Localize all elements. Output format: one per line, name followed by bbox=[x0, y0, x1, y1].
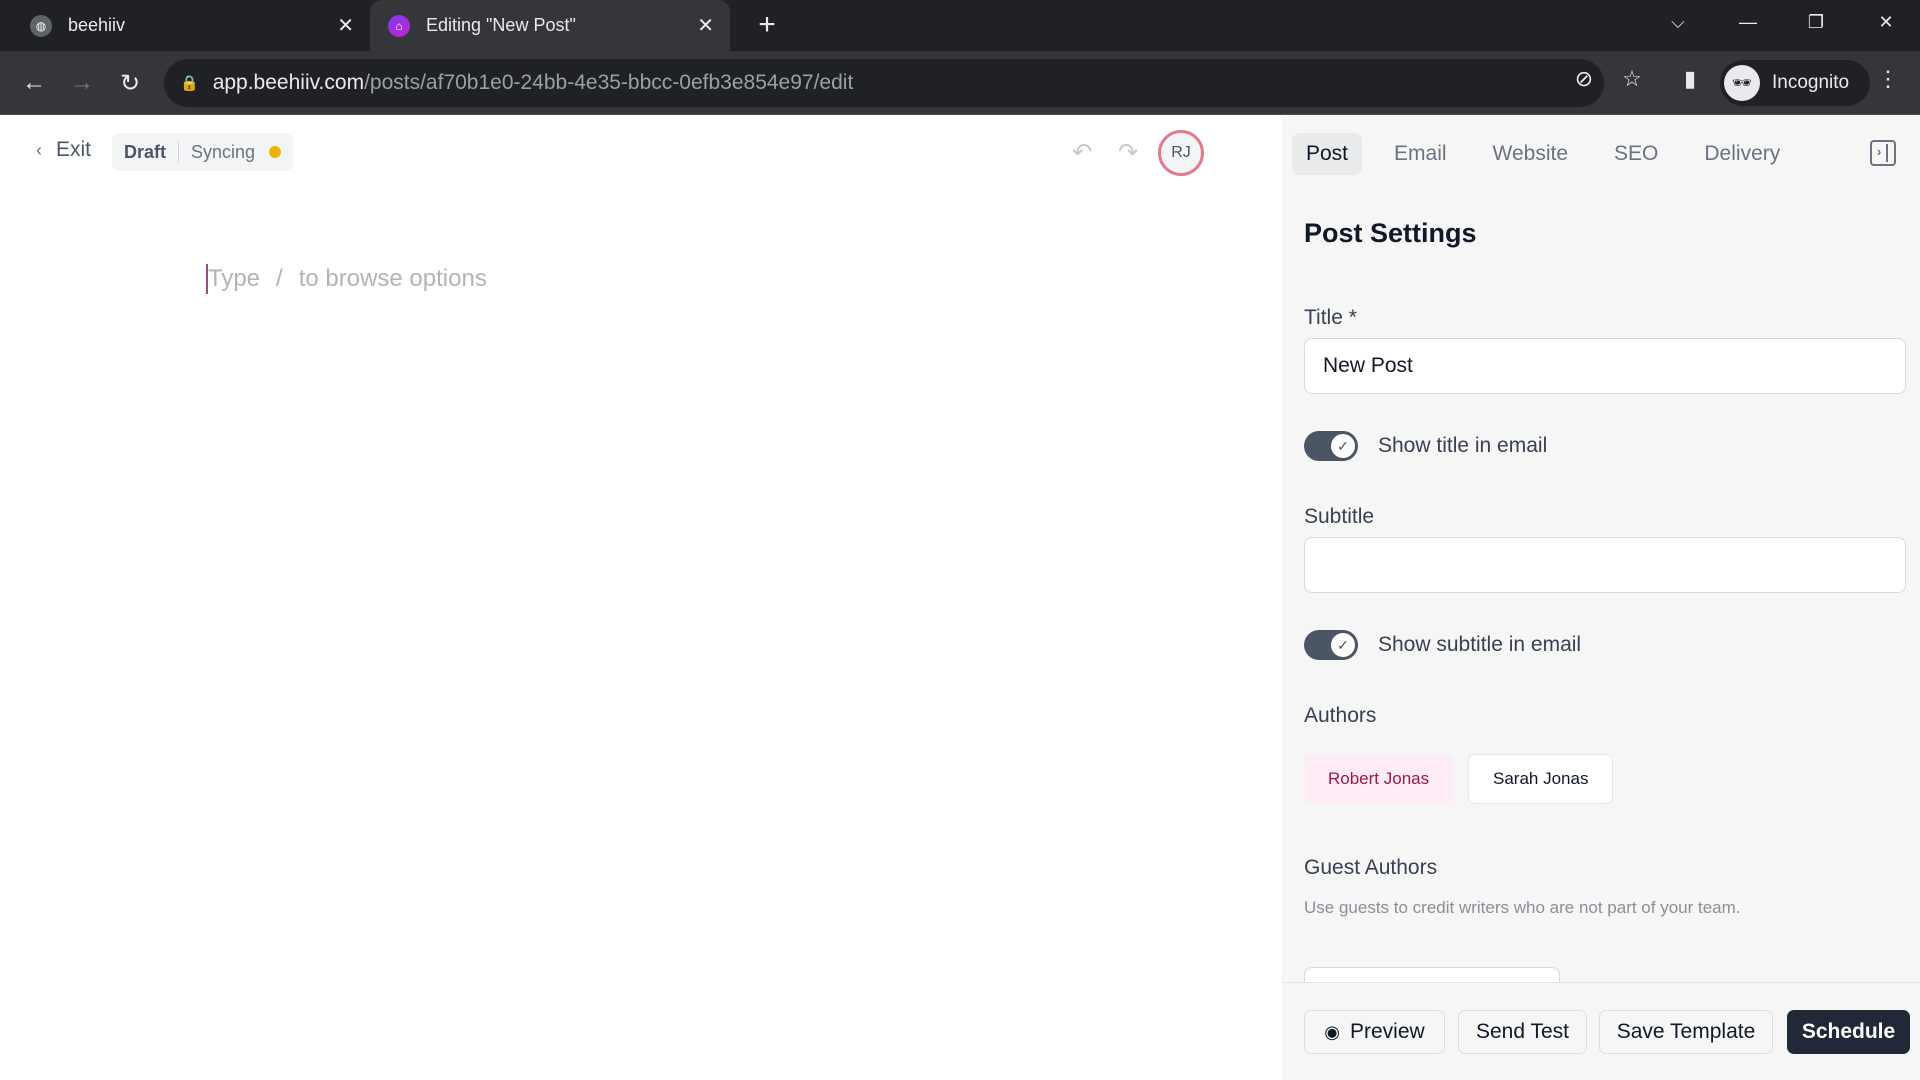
tab-email[interactable]: Email bbox=[1380, 133, 1461, 175]
address-bar[interactable]: 🔒 app.beehiiv.com/posts/af70b1e0-24bb-4e… bbox=[164, 59, 1604, 107]
window-close-icon[interactable]: ✕ bbox=[1856, 0, 1916, 44]
lock-icon: 🔒 bbox=[180, 75, 199, 92]
show-title-label: Show title in email bbox=[1378, 434, 1548, 457]
save-template-button[interactable]: Save Template bbox=[1599, 1010, 1773, 1054]
post-status-badge: Draft Syncing bbox=[112, 133, 294, 171]
post-editor: ‹ Exit Draft Syncing ↶ ↷ RJ Type / to br… bbox=[0, 116, 1282, 1080]
tab-delivery[interactable]: Delivery bbox=[1690, 133, 1794, 175]
chevron-left-icon: ‹ bbox=[36, 139, 42, 160]
forward-arrow-icon[interactable]: → bbox=[62, 63, 102, 103]
guest-authors-label: Guest Authors bbox=[1304, 856, 1438, 879]
show-subtitle-toggle-row[interactable]: ✓ Show subtitle in email bbox=[1304, 630, 1581, 660]
browser-tab-editing-new-post[interactable]: ⌂ Editing "New Post" ✕ bbox=[370, 0, 730, 51]
sync-status-dot bbox=[269, 146, 282, 158]
settings-sidebar: Post Email Website SEO Delivery › Post S… bbox=[1282, 116, 1920, 1080]
author-chip-sarah-jonas[interactable]: Sarah Jonas bbox=[1468, 754, 1614, 804]
browser-toolbar: ← → ↻ 🔒 app.beehiiv.com/posts/af70b1e0-2… bbox=[0, 51, 1920, 115]
placeholder-text: to browse options bbox=[298, 265, 487, 292]
incognito-label: Incognito bbox=[1772, 72, 1850, 93]
browser-tab-strip: ◍ beehiiv ✕ ⌂ Editing "New Post" ✕ + ⌵ —… bbox=[0, 0, 1920, 51]
subtitle-input[interactable] bbox=[1304, 537, 1906, 593]
incognito-icon: 🕶 bbox=[1724, 65, 1760, 101]
divider bbox=[178, 142, 180, 162]
title-input[interactable]: New Post bbox=[1304, 338, 1906, 394]
incognito-profile-button[interactable]: 🕶 Incognito bbox=[1720, 60, 1870, 106]
tab-website[interactable]: Website bbox=[1479, 133, 1582, 175]
browser-tab-beehiiv[interactable]: ◍ beehiiv ✕ bbox=[0, 0, 370, 51]
show-title-toggle-row[interactable]: ✓ Show title in email bbox=[1304, 431, 1547, 461]
placeholder-type: Type bbox=[208, 265, 261, 292]
post-settings-heading: Post Settings bbox=[1304, 218, 1477, 248]
show-subtitle-label: Show subtitle in email bbox=[1378, 633, 1582, 656]
back-arrow-icon[interactable]: ← bbox=[14, 63, 54, 103]
tab-post[interactable]: Post bbox=[1292, 133, 1363, 175]
reload-icon[interactable]: ↻ bbox=[110, 63, 150, 103]
preview-label: Preview bbox=[1350, 1020, 1425, 1043]
exit-label: Exit bbox=[56, 138, 92, 161]
editor-body-input[interactable]: Type / to browse options bbox=[206, 264, 487, 294]
tab-title: beehiiv bbox=[68, 15, 126, 35]
action-footer: ◉ Preview Send Test Save Template Schedu… bbox=[1282, 982, 1920, 1080]
show-title-toggle[interactable]: ✓ bbox=[1304, 431, 1358, 461]
exit-button[interactable]: ‹ Exit bbox=[36, 138, 91, 162]
settings-tabs: Post Email Website SEO Delivery bbox=[1292, 133, 1812, 175]
subtitle-label: Subtitle bbox=[1304, 505, 1375, 528]
check-icon: ✓ bbox=[1331, 434, 1355, 458]
url-text: app.beehiiv.com/posts/af70b1e0-24bb-4e35… bbox=[213, 71, 854, 95]
draft-status: Draft bbox=[124, 141, 167, 162]
show-subtitle-toggle[interactable]: ✓ bbox=[1304, 630, 1358, 660]
close-tab-icon[interactable]: ✕ bbox=[697, 13, 714, 38]
redo-icon[interactable]: ↷ bbox=[1112, 136, 1144, 168]
collapse-sidebar-icon[interactable]: › bbox=[1870, 140, 1896, 166]
new-tab-button[interactable]: + bbox=[750, 8, 784, 42]
globe-icon: ◍ bbox=[30, 14, 52, 37]
browser-menu-icon[interactable]: ⋮ bbox=[1870, 61, 1906, 97]
author-chip-robert-jonas[interactable]: Robert Jonas bbox=[1304, 754, 1454, 804]
guest-authors-help-text: Use guests to credit writers who are not… bbox=[1304, 898, 1741, 917]
minimize-icon[interactable]: — bbox=[1718, 0, 1778, 44]
undo-icon[interactable]: ↶ bbox=[1066, 136, 1098, 168]
title-label: Title * bbox=[1304, 306, 1357, 329]
check-icon: ✓ bbox=[1331, 633, 1355, 657]
bookmark-star-icon[interactable]: ☆ bbox=[1614, 61, 1650, 97]
side-panel-icon[interactable]: ▮ bbox=[1672, 61, 1708, 97]
tab-search-chevron-icon[interactable]: ⌵ bbox=[1648, 0, 1708, 44]
tab-title: Editing "New Post" bbox=[426, 15, 576, 35]
authors-label: Authors bbox=[1304, 704, 1377, 727]
beehiiv-logo-icon: ⌂ bbox=[388, 14, 410, 37]
placeholder-slash: / bbox=[276, 265, 283, 292]
sync-status: Syncing bbox=[191, 141, 256, 162]
user-avatar[interactable]: RJ bbox=[1158, 130, 1204, 176]
close-tab-icon[interactable]: ✕ bbox=[337, 13, 354, 38]
restore-icon[interactable]: ❐ bbox=[1786, 0, 1846, 44]
schedule-button[interactable]: Schedule bbox=[1787, 1010, 1910, 1054]
tab-seo[interactable]: SEO bbox=[1600, 133, 1672, 175]
eye-icon: ◉ bbox=[1324, 1021, 1340, 1042]
url-host: app.beehiiv.com bbox=[212, 71, 365, 94]
url-path: /posts/af70b1e0-24bb-4e35-bbcc-0efb3e854… bbox=[364, 71, 854, 94]
preview-button[interactable]: ◉ Preview bbox=[1304, 1010, 1445, 1054]
eye-slash-icon[interactable]: ⊘ bbox=[1566, 61, 1602, 97]
send-test-button[interactable]: Send Test bbox=[1458, 1010, 1587, 1054]
